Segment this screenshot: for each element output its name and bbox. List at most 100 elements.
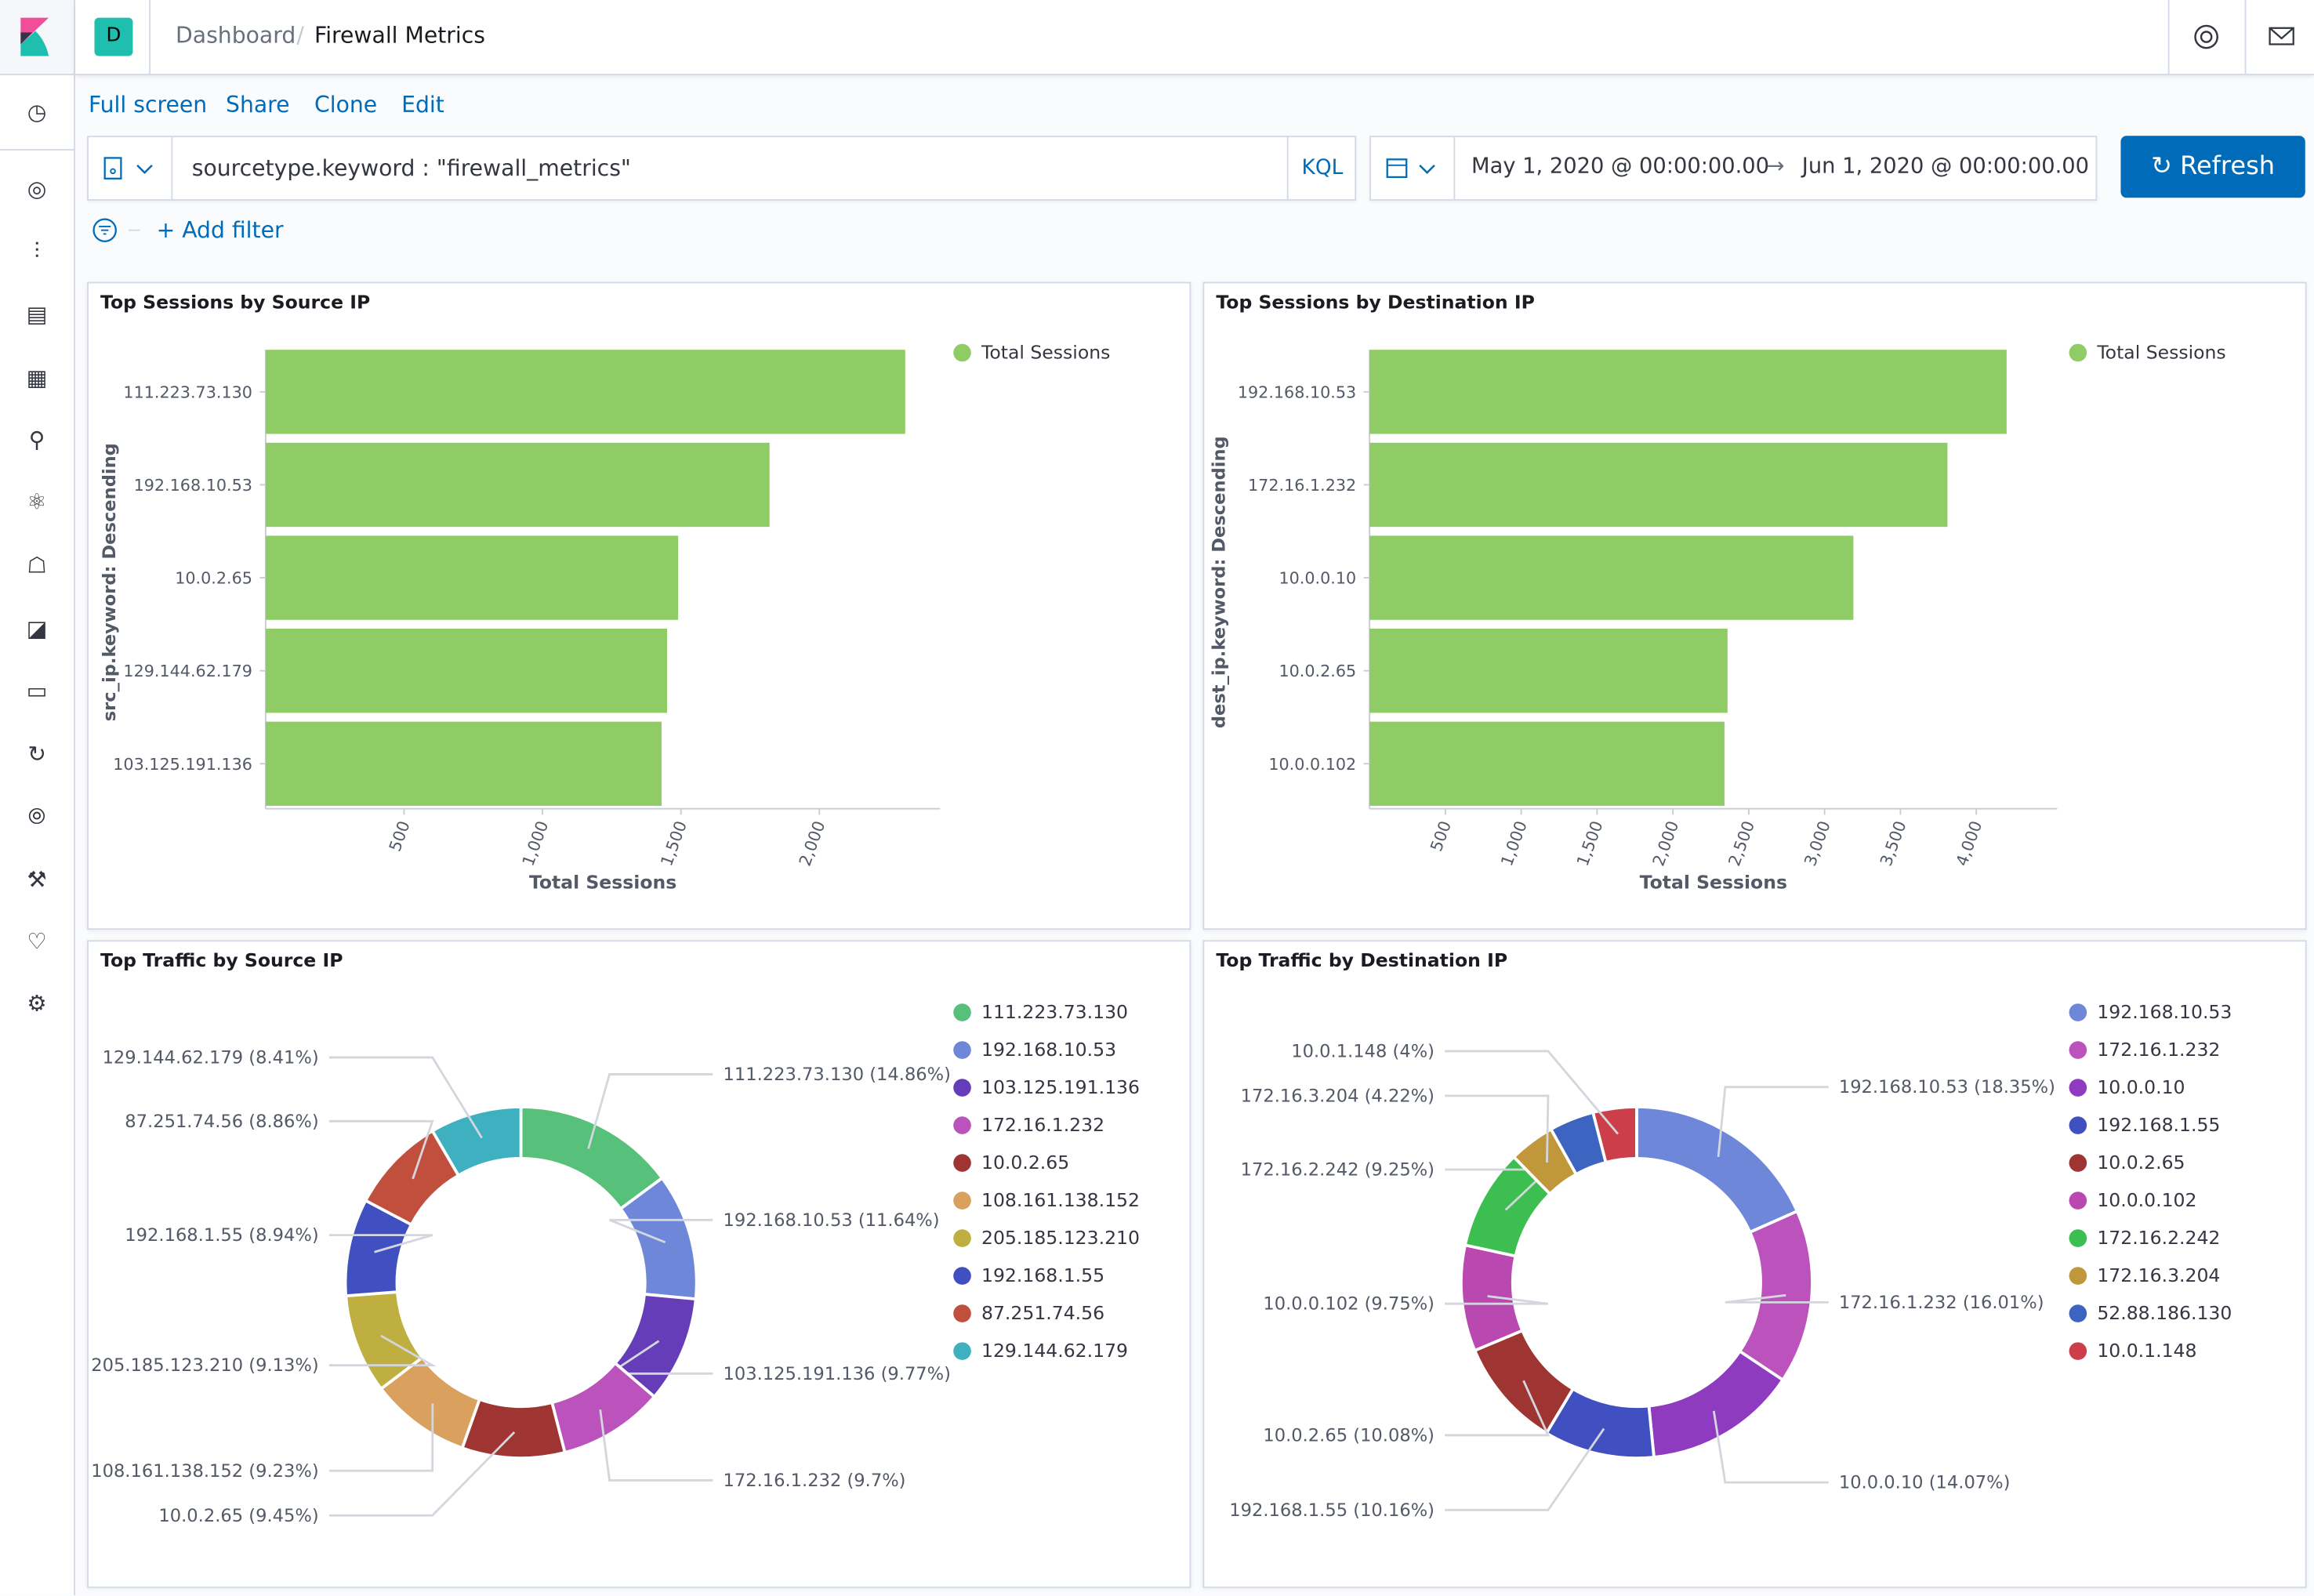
x-tick-label: 3,500	[1877, 818, 1910, 869]
donut-slice[interactable]	[1647, 1349, 1785, 1460]
maps-icon[interactable]: ⚲	[22, 425, 52, 455]
slice-label: 108.161.138.152 (9.23%)	[91, 1461, 318, 1482]
sidebar-nav: ◷ ◎ ⫶ ▤ ▦ ⚲ ⚛ ☖ ◪ ▭ ↻ ⦾ ⚒ ♡ ⚙	[0, 0, 76, 1596]
bar[interactable]	[1369, 535, 1854, 620]
legend-label[interactable]: 172.16.1.232	[2097, 1039, 2220, 1061]
siem-icon[interactable]: ☖	[22, 550, 52, 580]
clone-link[interactable]: Clone	[314, 92, 377, 118]
legend-dot	[953, 1116, 971, 1134]
legend-label[interactable]: Total Sessions	[981, 341, 1110, 363]
legend-label[interactable]: 192.168.10.53	[981, 1039, 1116, 1061]
saved-query-button[interactable]	[89, 137, 173, 200]
donut-slice[interactable]	[1635, 1105, 1800, 1235]
legend-label[interactable]: 103.125.191.136	[981, 1076, 1140, 1098]
x-tick-label: 1,000	[519, 818, 553, 869]
compass-icon[interactable]: ◎	[22, 174, 52, 204]
legend-label[interactable]: 10.0.0.10	[2097, 1076, 2185, 1098]
bar[interactable]	[265, 442, 770, 528]
legend-dot	[2069, 1267, 2087, 1285]
y-tick-label: 10.0.2.65	[1279, 662, 1356, 680]
legend-dot	[953, 1079, 971, 1097]
legend-label[interactable]: 172.16.2.242	[2097, 1227, 2220, 1249]
slice-label: 10.0.1.148 (4%)	[1291, 1041, 1434, 1061]
legend-label[interactable]: 52.88.186.130	[2097, 1302, 2232, 1324]
x-tick-label: 3,000	[1801, 818, 1834, 869]
y-tick-label: 10.0.0.10	[1279, 569, 1356, 588]
slice-label: 192.168.1.55 (10.16%)	[1229, 1500, 1434, 1521]
logs-icon[interactable]: ⦾	[22, 801, 52, 831]
legend-label[interactable]: Total Sessions	[2096, 341, 2225, 363]
slice-label: 172.16.1.232 (9.7%)	[724, 1471, 906, 1491]
legend-label[interactable]: 10.0.2.65	[981, 1152, 1069, 1173]
panel-traffic-source: Top Traffic by Source IP 111.223.73.130 …	[87, 940, 1191, 1588]
legend-label[interactable]: 172.16.1.232	[981, 1114, 1104, 1136]
add-filter-link[interactable]: + Add filter	[157, 217, 284, 244]
y-tick-label: 10.0.2.65	[175, 569, 252, 588]
share-link[interactable]: Share	[226, 92, 290, 118]
breadcrumb-dashboard[interactable]: Dashboard	[176, 22, 296, 49]
legend-dot	[2069, 343, 2087, 362]
legend-dot	[2069, 1229, 2087, 1247]
legend-label[interactable]: 192.168.1.55	[2097, 1114, 2220, 1136]
legend-dot	[953, 1003, 971, 1021]
bar[interactable]	[1369, 442, 1948, 528]
slice-label: 192.168.10.53 (11.64%)	[724, 1210, 940, 1231]
end-date[interactable]: Jun 1, 2020 @ 00:00:00.00	[1802, 155, 2089, 179]
bar[interactable]	[1369, 629, 1728, 713]
canvas-icon[interactable]: ▦	[22, 363, 52, 393]
bar[interactable]	[1369, 350, 2007, 434]
panel-traffic-destination: Top Traffic by Destination IP 192.168.10…	[1202, 940, 2307, 1588]
bar[interactable]	[1369, 721, 1725, 806]
uptime-icon[interactable]: ↻	[22, 739, 52, 769]
quick-select-button[interactable]	[1371, 137, 1456, 200]
ml-icon[interactable]: ⚛	[22, 487, 52, 517]
legend-label[interactable]: 192.168.10.53	[2097, 1001, 2232, 1023]
visualize-icon[interactable]: ⫶	[22, 236, 52, 266]
edit-link[interactable]: Edit	[401, 92, 444, 118]
bar[interactable]	[265, 629, 668, 713]
clock-icon[interactable]: ◷	[22, 97, 52, 127]
bar[interactable]	[265, 721, 662, 806]
apm-icon[interactable]: ◪	[22, 614, 52, 644]
legend-label[interactable]: 10.0.2.65	[2097, 1152, 2185, 1173]
space-avatar[interactable]: D	[94, 17, 133, 56]
legend-label[interactable]: 111.223.73.130	[981, 1001, 1128, 1023]
breadcrumb-current: Firewall Metrics	[314, 22, 485, 49]
bar[interactable]	[265, 350, 905, 434]
mail-icon[interactable]	[2267, 24, 2297, 50]
legend-label[interactable]: 172.16.3.204	[2097, 1264, 2220, 1286]
panel-sessions-destination: Top Sessions by Destination IP 192.168.1…	[1202, 281, 2307, 930]
y-tick-label: 103.125.191.136	[113, 755, 252, 774]
calendar-icon	[1386, 158, 1435, 179]
bar-chart-source: 111.223.73.130 192.168.10.53 10.0.2.65 129.…	[100, 341, 1111, 893]
y-tick-label: 172.16.1.232	[1248, 476, 1356, 495]
legend-label[interactable]: 205.185.123.210	[981, 1227, 1140, 1249]
x-tick-label: 500	[386, 818, 414, 854]
kql-button[interactable]: KQL	[1286, 137, 1356, 200]
legend-label[interactable]: 129.144.62.179	[981, 1340, 1128, 1362]
legend-label[interactable]: 10.0.1.148	[2097, 1340, 2196, 1362]
donut-chart-source: 111.223.73.130 (14.86%) 111.223.73.130 192…	[91, 1001, 1140, 1526]
query-input[interactable]: sourcetype.keyword : "firewall_metrics"	[192, 155, 631, 182]
legend-label[interactable]: 10.0.0.102	[2097, 1189, 2196, 1211]
refresh-button[interactable]: ↻ Refresh	[2120, 136, 2305, 198]
legend-label[interactable]: 87.251.74.56	[981, 1302, 1104, 1324]
legend-label[interactable]: 108.161.138.152	[981, 1189, 1140, 1211]
kibana-logo[interactable]	[0, 0, 74, 76]
slice-label: 192.168.10.53 (18.35%)	[1839, 1077, 2055, 1097]
monitoring-icon[interactable]: ♡	[22, 927, 52, 956]
bar[interactable]	[265, 535, 679, 620]
filter-icon[interactable]	[92, 217, 151, 244]
dashboard-icon[interactable]: ▤	[22, 299, 52, 329]
legend-dot	[2069, 1003, 2087, 1021]
gear-icon[interactable]: ⚙	[22, 988, 52, 1018]
slice-label: 172.16.2.242 (9.25%)	[1241, 1160, 1434, 1181]
legend-dot	[2069, 1154, 2087, 1172]
help-icon[interactable]	[2192, 22, 2222, 52]
infra-icon[interactable]: ▭	[22, 676, 52, 706]
start-date[interactable]: May 1, 2020 @ 00:00:00.00	[1471, 155, 1769, 179]
devtools-icon[interactable]: ⚒	[22, 865, 52, 894]
x-tick-label: 1,500	[1573, 818, 1607, 869]
full-screen-link[interactable]: Full screen	[89, 92, 207, 118]
legend-label[interactable]: 192.168.1.55	[981, 1264, 1104, 1286]
